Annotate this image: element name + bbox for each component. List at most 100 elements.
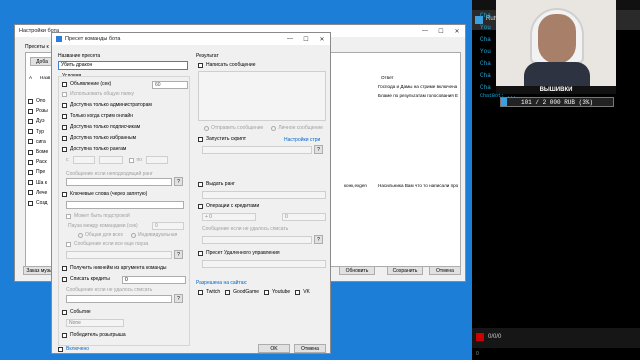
table-row[interactable]: Тур xyxy=(28,129,44,135)
rank-checkbox[interactable] xyxy=(62,146,67,152)
chk-chosen-row[interactable]: Доступна только избранным xyxy=(62,135,136,141)
radio-individual[interactable] xyxy=(130,232,136,238)
chk-arg-row[interactable]: Получить никнейм из аргумента команды xyxy=(62,265,166,271)
ok-button[interactable]: OK xyxy=(258,344,290,353)
row-checkbox[interactable] xyxy=(28,98,33,104)
arg-checkbox[interactable] xyxy=(62,265,67,271)
table-row[interactable]: Лече xyxy=(28,190,47,196)
chk-credit-ops-row[interactable]: Операции с кредитами xyxy=(198,203,259,209)
cancel-button[interactable]: Отмена xyxy=(429,266,461,275)
rank-to-select[interactable] xyxy=(146,156,168,164)
table-row[interactable]: Розы xyxy=(28,108,48,114)
pause-msg-input[interactable] xyxy=(66,251,172,259)
table-row[interactable]: Дуэ xyxy=(28,118,45,124)
script-help-button[interactable]: ? xyxy=(314,145,323,154)
update-button[interactable]: Обновить xyxy=(339,266,375,275)
chosen-checkbox[interactable] xyxy=(62,135,67,141)
write-msg-checkbox[interactable] xyxy=(198,62,203,68)
admin-checkbox[interactable] xyxy=(62,102,67,108)
event-select[interactable]: None xyxy=(66,319,124,327)
close-icon[interactable]: ✕ xyxy=(314,36,330,43)
row-checkbox[interactable] xyxy=(28,190,33,196)
remote-select[interactable] xyxy=(202,260,326,268)
chk-give-rank-row[interactable]: Выдать ранг xyxy=(198,181,235,187)
credit-op-select[interactable]: + 0 xyxy=(202,213,256,221)
radio-private[interactable] xyxy=(271,125,277,131)
minimize-icon[interactable]: — xyxy=(282,36,298,43)
minimize-icon[interactable]: — xyxy=(417,28,433,35)
rank-msg-help-button[interactable]: ? xyxy=(174,177,183,186)
credit-op-help-button[interactable]: ? xyxy=(314,235,323,244)
maximize-icon[interactable]: ☐ xyxy=(433,28,449,35)
mention-value-input[interactable]: 60 xyxy=(152,81,188,89)
credit-op-msg-input[interactable] xyxy=(202,236,312,244)
credits-checkbox[interactable] xyxy=(62,276,67,282)
row-checkbox[interactable] xyxy=(28,180,33,186)
chk-mention-row[interactable]: Объявление (сек) xyxy=(62,81,111,87)
table-row[interactable]: сига xyxy=(28,139,46,145)
script-select[interactable] xyxy=(202,146,312,154)
chk-event-row[interactable]: Событие xyxy=(62,309,91,315)
row-checkbox[interactable] xyxy=(28,200,33,206)
chk-search-row[interactable]: Использовать общую папку xyxy=(62,91,134,97)
credit-op-input[interactable]: 0 xyxy=(282,213,326,221)
run-script-checkbox[interactable] xyxy=(198,136,203,142)
substring-checkbox[interactable] xyxy=(66,213,71,219)
chk-online-row[interactable]: Только когда стрим онлайн xyxy=(62,113,133,119)
radio-all[interactable] xyxy=(78,232,83,238)
chk-subs-row[interactable]: Доступна только подписчикам xyxy=(62,124,140,130)
credits-input[interactable]: 0 xyxy=(122,276,186,284)
chk-substring-row[interactable]: Может быть подстрокой xyxy=(66,213,130,219)
row-checkbox[interactable] xyxy=(28,159,33,165)
table-row[interactable]: Ша к xyxy=(28,180,47,186)
platform-vk-checkbox[interactable] xyxy=(295,289,301,295)
save-button[interactable]: Сохранить xyxy=(387,266,423,275)
chk-credits-row[interactable]: Списать кредиты xyxy=(62,276,110,282)
chk-run-script-row[interactable]: Запустить скрипт xyxy=(198,136,246,142)
give-rank-select[interactable] xyxy=(202,191,326,199)
dialog-cancel-button[interactable]: Отмена xyxy=(294,344,326,353)
table-row[interactable]: Пре xyxy=(28,169,45,175)
preset-name-input[interactable]: Убить дракон xyxy=(58,61,188,70)
delay-input[interactable]: 0 xyxy=(152,222,184,230)
pause-msg-checkbox[interactable] xyxy=(66,241,71,247)
radio-send[interactable] xyxy=(204,125,209,131)
keywords-input[interactable] xyxy=(66,201,184,209)
platform-twitch-checkbox[interactable] xyxy=(198,289,203,295)
winner-checkbox[interactable] xyxy=(62,332,67,338)
chk-remote-row[interactable]: Пресет Удаленного управления xyxy=(198,250,280,256)
chk-enabled-row[interactable]: Включено xyxy=(58,346,89,352)
mention-checkbox[interactable] xyxy=(62,81,67,87)
close-icon[interactable]: ✕ xyxy=(449,28,465,35)
chk-pause-msg-row[interactable]: Сообщение если все еще пауза xyxy=(66,241,148,247)
script-settings-link[interactable]: Настройки стри xyxy=(284,137,320,143)
row-checkbox[interactable] xyxy=(28,108,33,114)
table-row[interactable]: Опо xyxy=(28,98,45,104)
event-checkbox[interactable] xyxy=(62,309,67,315)
row-checkbox[interactable] xyxy=(28,118,33,124)
remote-checkbox[interactable] xyxy=(198,250,203,256)
rank-from-value[interactable] xyxy=(98,156,123,164)
search-checkbox[interactable] xyxy=(62,91,67,97)
platform-youtube-checkbox[interactable] xyxy=(264,289,270,295)
enabled-checkbox[interactable] xyxy=(58,346,63,352)
table-row[interactable]: Раск xyxy=(28,159,47,165)
keywords-checkbox[interactable] xyxy=(62,191,67,197)
table-row[interactable]: Созд xyxy=(28,200,47,206)
chk-winner-row[interactable]: Победитель розыгрыша xyxy=(62,332,126,338)
tab-presets[interactable]: Пресеты к xyxy=(25,44,49,50)
chk-keywords-row[interactable]: Ключевые слова (через запятую) xyxy=(62,191,147,197)
give-rank-checkbox[interactable] xyxy=(198,181,203,187)
row-checkbox[interactable] xyxy=(28,149,33,155)
table-row[interactable]: Боме xyxy=(28,149,48,155)
row-checkbox[interactable] xyxy=(28,129,33,135)
platform-goodgame-checkbox[interactable] xyxy=(225,289,231,295)
credits-msg-input[interactable] xyxy=(66,295,172,303)
message-textarea[interactable] xyxy=(198,71,326,121)
chk-write-msg-row[interactable]: Написать сообщение xyxy=(198,62,256,68)
chk-admin-row[interactable]: Доступна только администраторам xyxy=(62,102,152,108)
rank-range-checkbox[interactable] xyxy=(128,157,134,163)
maximize-icon[interactable]: ☐ xyxy=(298,36,314,43)
online-checkbox[interactable] xyxy=(62,113,67,119)
credits-help-button[interactable]: ? xyxy=(174,294,183,303)
